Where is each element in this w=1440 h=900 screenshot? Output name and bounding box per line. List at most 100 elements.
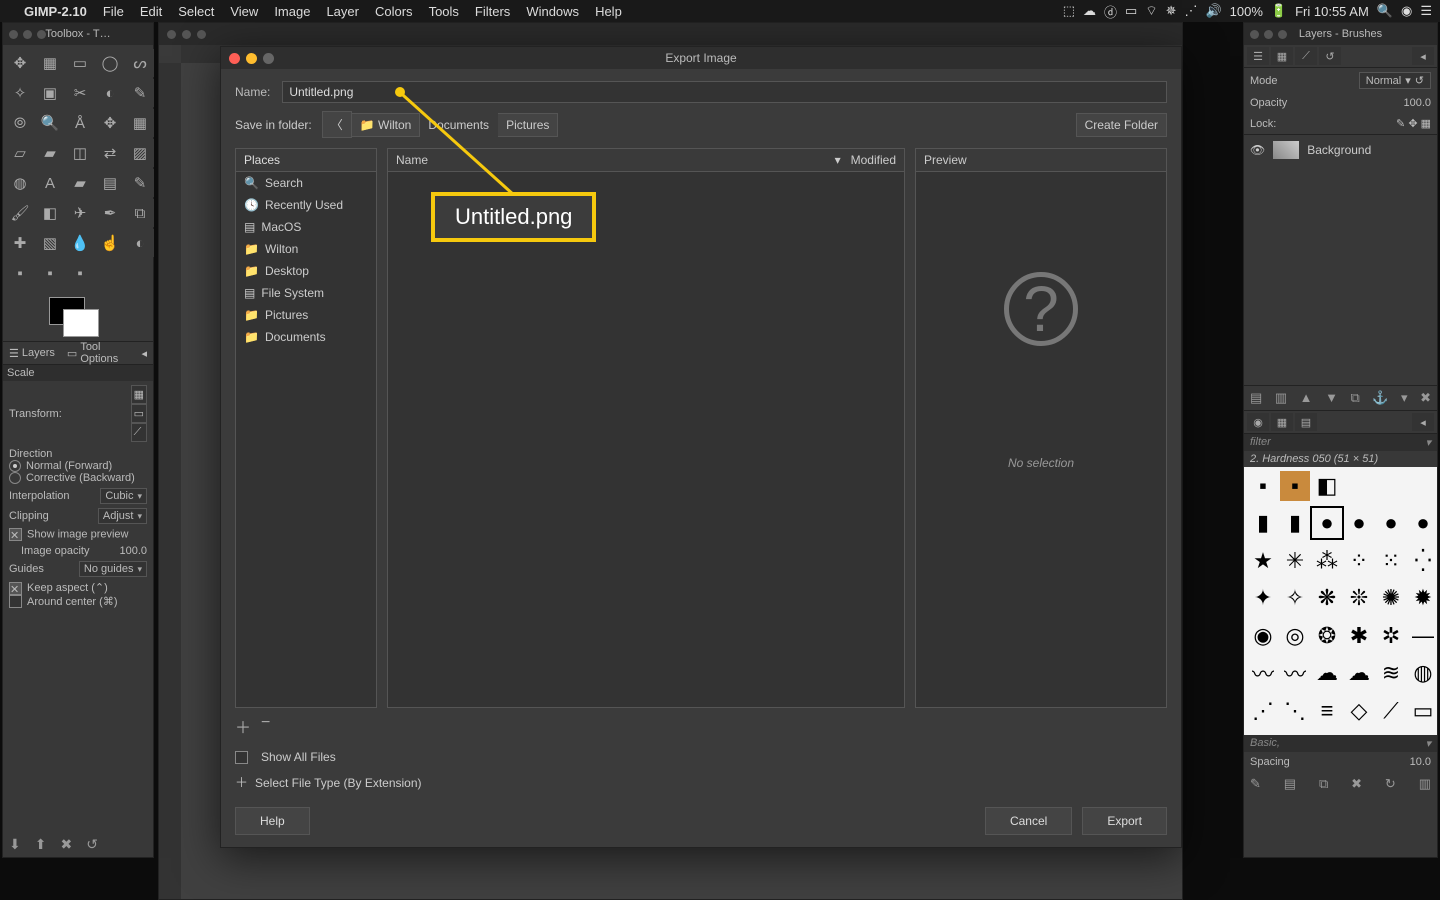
tool-paths-icon[interactable]: ✎	[126, 79, 154, 107]
delete-layer-icon[interactable]: ✖	[1420, 390, 1431, 406]
tab-tool-options[interactable]: ▭Tool Options	[61, 341, 136, 365]
menu-filters[interactable]: Filters	[475, 4, 510, 19]
brush-item[interactable]: ⁛	[1408, 546, 1437, 576]
filter-chevron-icon[interactable]: ▾	[1425, 436, 1431, 449]
remove-bookmark-icon[interactable]: −	[261, 714, 270, 738]
tool-heal-icon[interactable]: ✚	[6, 229, 34, 257]
bluetooth-icon[interactable]: ✵	[1166, 3, 1177, 19]
tool-rotate-icon[interactable]: ▦	[126, 109, 154, 137]
brush-item[interactable]: ❊	[1344, 583, 1374, 613]
brush-item[interactable]: 〰	[1280, 658, 1310, 688]
brush-item[interactable]: ✦	[1248, 583, 1278, 613]
export-button[interactable]: Export	[1082, 807, 1167, 835]
menu-layer[interactable]: Layer	[326, 4, 359, 19]
new-group-icon[interactable]: ▥	[1275, 390, 1287, 406]
tab-paths-icon[interactable]: ⟋	[1295, 47, 1317, 65]
radio-normal[interactable]: Normal (Forward)	[9, 460, 147, 472]
tool-smudge-icon[interactable]: ☝	[96, 229, 124, 257]
transform-layer-icon[interactable]: ▦	[131, 385, 147, 404]
tool-extra1-icon[interactable]: ▪	[6, 259, 34, 287]
tool-pencil-icon[interactable]: ✎	[126, 169, 154, 197]
brush-item[interactable]: ⁂	[1312, 546, 1342, 576]
brush-item[interactable]: ◎	[1280, 621, 1310, 651]
preset-chevron-icon[interactable]: ▾	[1425, 737, 1431, 750]
brush-item[interactable]: ▭	[1408, 696, 1437, 726]
duplicate-layer-icon[interactable]: ⧉	[1350, 390, 1359, 406]
tab-brushes-icon[interactable]: ◉	[1247, 413, 1269, 431]
wifi-icon[interactable]: ⋰	[1184, 3, 1197, 19]
brush-item[interactable]: ―	[1408, 621, 1437, 651]
tool-airbrush-icon[interactable]: ✈	[66, 199, 94, 227]
brush-item[interactable]	[1376, 471, 1406, 501]
brush-item[interactable]: ❋	[1312, 583, 1342, 613]
brush-item[interactable]: ✹	[1408, 583, 1437, 613]
refresh-brush-icon[interactable]: ↻	[1385, 776, 1396, 792]
place-documents[interactable]: 📁Documents	[236, 326, 376, 348]
brush-item[interactable]: ✧	[1280, 583, 1310, 613]
column-name[interactable]: Name	[396, 153, 428, 167]
tool-shear-icon[interactable]: ▰	[36, 139, 64, 167]
dropbox-icon[interactable]: ⬚	[1063, 3, 1075, 19]
check-show-preview[interactable]: ✕Show image preview	[9, 528, 147, 541]
radio-corrective[interactable]: Corrective (Backward)	[9, 472, 147, 484]
brush-item[interactable]: ≡	[1312, 696, 1342, 726]
add-bookmark-icon[interactable]: ＋	[235, 714, 251, 738]
tool-dodge-icon[interactable]: ◐	[126, 229, 154, 257]
zoom-window-icon[interactable]	[263, 53, 274, 64]
place-desktop[interactable]: 📁Desktop	[236, 260, 376, 282]
save-options-icon[interactable]: ⬇	[9, 836, 21, 853]
reset-options-icon[interactable]: ↺	[86, 836, 98, 853]
filename-input[interactable]	[282, 81, 1167, 103]
tool-scissors-icon[interactable]: ✂	[66, 79, 94, 107]
tool-cage-icon[interactable]: ▨	[126, 139, 154, 167]
menu-tools[interactable]: Tools	[429, 4, 459, 19]
clip-select[interactable]: Adjust▾	[98, 508, 147, 524]
brush-item[interactable]: ⁘	[1344, 546, 1374, 576]
menu-colors[interactable]: Colors	[375, 4, 413, 19]
create-folder-button[interactable]: Create Folder	[1076, 113, 1167, 137]
transform-path-icon[interactable]: ⟋	[131, 423, 147, 442]
minimize-window-icon[interactable]	[246, 53, 257, 64]
tool-zoom-icon[interactable]: 🔍	[36, 109, 64, 137]
opacity-value[interactable]: 100.0	[1403, 97, 1431, 109]
tab-layers-icon[interactable]: ☰	[1247, 47, 1269, 65]
brush-item[interactable]: ◇	[1344, 696, 1374, 726]
tool-blur-icon[interactable]: 💧	[66, 229, 94, 257]
brush-item[interactable]: ⋰	[1248, 696, 1278, 726]
tool-crop-icon[interactable]: ✥	[96, 109, 124, 137]
brush-item[interactable]	[1344, 471, 1374, 501]
brush-item[interactable]: ✲	[1376, 621, 1406, 651]
eye-icon[interactable]: 👁	[1250, 143, 1265, 157]
brush-filter-label[interactable]: filter	[1250, 436, 1271, 449]
foreground-color-icon[interactable]	[63, 309, 99, 337]
image-opacity-value[interactable]: 100.0	[119, 545, 147, 557]
menubar-app[interactable]: GIMP-2.10	[24, 4, 87, 19]
brush-item[interactable]: ✱	[1344, 621, 1374, 651]
place-home[interactable]: 📁Wilton	[236, 238, 376, 260]
tool-extra3-icon[interactable]: ▪	[66, 259, 94, 287]
show-all-files-check[interactable]: Show All Files	[221, 744, 1181, 770]
help-button[interactable]: Help	[235, 807, 310, 835]
select-file-type-expander[interactable]: ＋Select File Type (By Extension)	[221, 770, 1181, 796]
lock-pixels-icon[interactable]: ✎	[1396, 118, 1405, 130]
tool-warp-icon[interactable]: ◍	[6, 169, 34, 197]
brush-item[interactable]: ●	[1408, 508, 1437, 538]
tool-eraser-icon[interactable]: ◧	[36, 199, 64, 227]
brush-item[interactable]: ≋	[1376, 658, 1406, 688]
color-swatch[interactable]	[3, 291, 153, 341]
brush-item[interactable]: ✺	[1376, 583, 1406, 613]
display-icon[interactable]: ▭	[1125, 3, 1137, 19]
tool-flip-icon[interactable]: ⇄	[96, 139, 124, 167]
tool-fuzzy-select-icon[interactable]: ✧	[6, 79, 34, 107]
menu-windows[interactable]: Windows	[526, 4, 579, 19]
tab-menu-icon[interactable]: ◂	[135, 347, 153, 360]
status-icon[interactable]: ⓓ	[1104, 2, 1117, 21]
tool-perspective-icon[interactable]: ◫	[66, 139, 94, 167]
brush-item[interactable]: ◍	[1408, 658, 1437, 688]
tab-channels-icon[interactable]: ▦	[1271, 47, 1293, 65]
brush-preset-label[interactable]: Basic,	[1250, 737, 1280, 750]
brush-item[interactable]: ❂	[1312, 621, 1342, 651]
menu-edit[interactable]: Edit	[140, 4, 162, 19]
place-filesystem[interactable]: ▤File System	[236, 282, 376, 304]
tool-rect-select-icon[interactable]: ▭	[66, 49, 94, 77]
